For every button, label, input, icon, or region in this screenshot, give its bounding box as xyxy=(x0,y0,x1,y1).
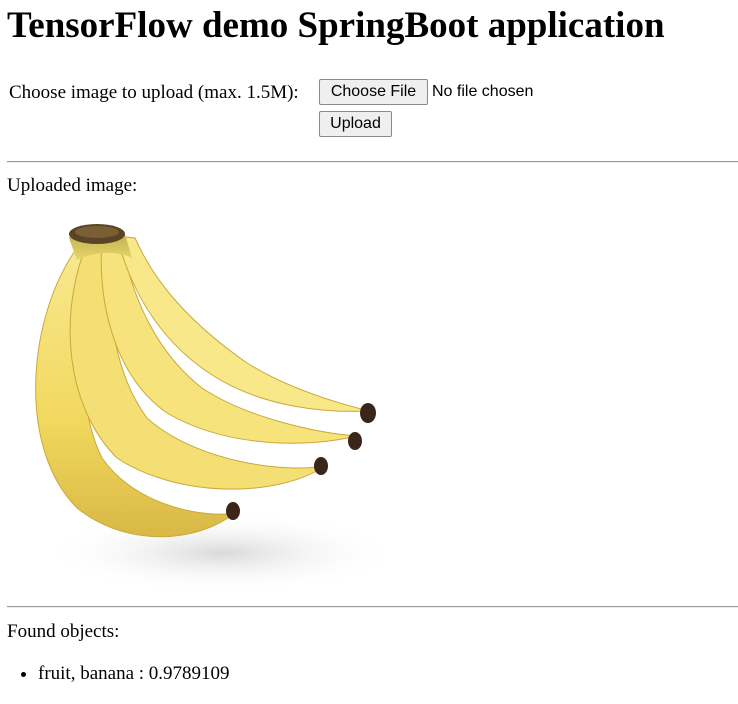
list-item: fruit, banana : 0.9789109 xyxy=(38,662,230,686)
divider xyxy=(7,161,738,163)
uploaded-image-label: Uploaded image: xyxy=(7,175,138,196)
upload-label: Choose image to upload (max. 1.5M): xyxy=(9,82,299,103)
upload-button[interactable]: Upload xyxy=(319,111,392,137)
choose-file-button[interactable]: Choose File xyxy=(319,79,428,105)
banana-bunch-image xyxy=(35,224,402,593)
found-objects-label: Found objects: xyxy=(7,621,120,642)
uploaded-image xyxy=(7,208,427,600)
results-list: fruit, banana : 0.9789109 xyxy=(0,662,230,686)
file-status-text: No file chosen xyxy=(432,83,534,100)
divider xyxy=(7,606,738,608)
page-title: TensorFlow demo SpringBoot application xyxy=(7,5,665,46)
